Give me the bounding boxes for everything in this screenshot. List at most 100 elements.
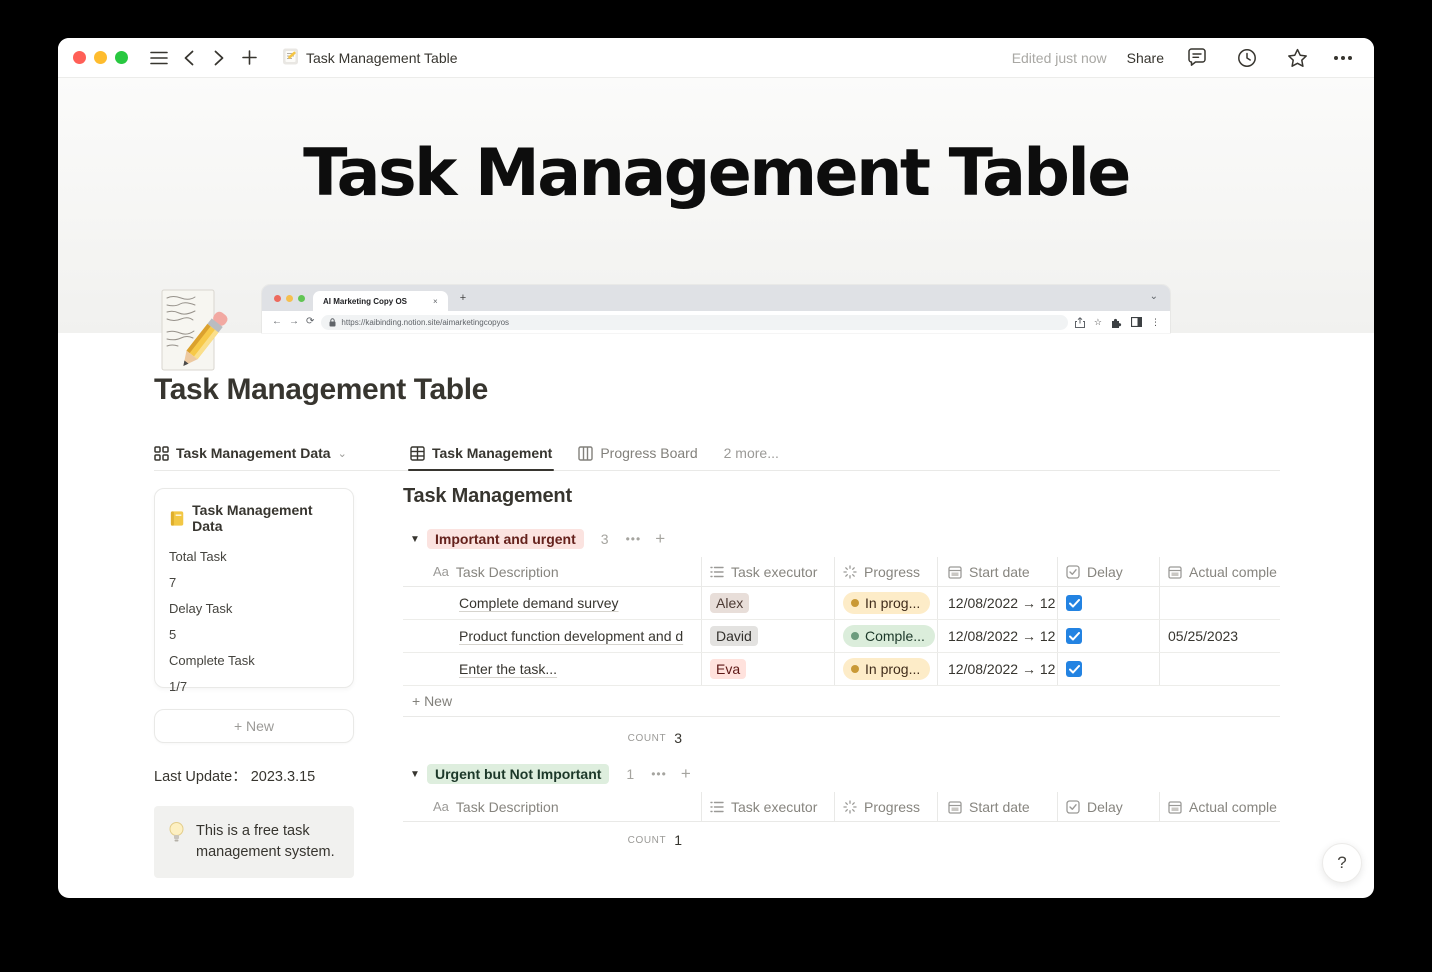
page-title: Task Management Table [154, 373, 488, 406]
cell-actual-complete[interactable]: 05/25/2023 [1160, 620, 1280, 652]
group-options-icon[interactable]: ••• [651, 767, 667, 781]
share-upload-icon [1074, 316, 1085, 328]
person-tag: David [710, 626, 758, 646]
new-row-button[interactable]: + New [403, 686, 1280, 717]
bookmark-star-icon: ☆ [1093, 316, 1102, 327]
column-header-description[interactable]: Aa Task Description [403, 557, 702, 586]
cell-description[interactable]: Product function development and d [403, 620, 702, 652]
cell-actual-complete[interactable] [1160, 653, 1280, 685]
column-header-delay[interactable]: Delay [1058, 792, 1160, 821]
list-icon [710, 566, 724, 577]
field-value: 1/7 [169, 679, 188, 694]
column-header-description[interactable]: Aa Task Description [403, 792, 702, 821]
column-header-executor[interactable]: Task executor [702, 792, 835, 821]
zoom-window-button[interactable] [115, 51, 128, 64]
column-header-actual-complete[interactable]: Actual comple [1160, 792, 1280, 821]
group-options-icon[interactable]: ••• [626, 532, 642, 546]
cell-description[interactable]: Enter the task... [403, 653, 702, 685]
history-clock-icon[interactable] [1234, 45, 1260, 71]
column-header-actual-complete[interactable]: Actual comple [1160, 557, 1280, 586]
group-name-badge[interactable]: Urgent but Not Important [427, 764, 610, 784]
view-controls: Task Management Data ⌄ Task Management P… [154, 437, 1280, 471]
cell-start-date[interactable]: 12/08/2022 → 12 [938, 587, 1058, 619]
column-header-delay[interactable]: Delay [1058, 557, 1160, 586]
column-header-executor[interactable]: Task executor [702, 557, 835, 586]
cell-executor[interactable]: Alex [702, 587, 835, 619]
group-name-badge[interactable]: Important and urgent [427, 529, 584, 549]
table-row: Enter the task... Eva In prog... 12/08/2… [403, 653, 1280, 686]
tab-progress-board[interactable]: Progress Board [578, 445, 698, 470]
group-add-icon[interactable]: + [681, 764, 691, 784]
status-pill: Comple... [843, 625, 935, 647]
cell-delay[interactable] [1058, 620, 1160, 652]
tab-task-management[interactable]: Task Management [407, 445, 555, 471]
new-tab-button[interactable] [236, 45, 262, 71]
cell-progress[interactable]: In prog... [835, 587, 938, 619]
group-toggle-icon[interactable]: ▼ [403, 769, 427, 780]
group-toggle-icon[interactable]: ▼ [403, 534, 427, 545]
lightbulb-icon [169, 822, 184, 842]
new-card-button[interactable]: + New [154, 709, 354, 743]
delay-checkbox-checked[interactable] [1066, 661, 1082, 677]
tab-label: Progress Board [600, 445, 698, 461]
cell-description[interactable]: Complete demand survey [403, 587, 702, 619]
text-property-icon: Aa [433, 799, 449, 814]
delay-checkbox-checked[interactable] [1066, 595, 1082, 611]
status-dot [851, 665, 859, 673]
table-header-row: Aa Task Description Task executor Progres… [403, 792, 1280, 822]
column-header-progress[interactable]: Progress [835, 792, 938, 821]
comments-icon[interactable] [1184, 45, 1210, 71]
browser-chevron-icon: ⌄ [1149, 291, 1158, 302]
table-row: Product function development and d David… [403, 620, 1280, 653]
group-add-icon[interactable]: + [655, 529, 665, 549]
person-tag: Eva [710, 659, 747, 679]
browser-back-icon: ← [272, 316, 282, 327]
more-views-button[interactable]: 2 more... [724, 445, 779, 470]
group-count-summary[interactable]: COUNT 1 [403, 822, 702, 858]
group-count-summary[interactable]: COUNT 3 [403, 717, 702, 759]
chevron-down-icon: ⌄ [337, 447, 347, 460]
group-header: ▼ Urgent but Not Important 1 ••• + [403, 761, 1280, 787]
cell-executor[interactable]: David [702, 620, 835, 652]
sidebar-menu-icon[interactable] [146, 45, 172, 71]
favorite-star-icon[interactable] [1284, 45, 1310, 71]
cell-start-date[interactable]: 12/08/2022 → 12 [938, 620, 1058, 652]
status-dot [851, 599, 859, 607]
cell-executor[interactable]: Eva [702, 653, 835, 685]
cell-delay[interactable] [1058, 653, 1160, 685]
column-header-progress[interactable]: Progress [835, 557, 938, 586]
column-header-start-date[interactable]: Start date [938, 557, 1058, 586]
browser-refresh-icon: ⟳ [306, 316, 315, 327]
calendar-icon [948, 800, 962, 814]
more-options-icon[interactable] [1334, 55, 1352, 60]
cell-delay[interactable] [1058, 587, 1160, 619]
group-count: 3 [600, 531, 609, 547]
close-window-button[interactable] [73, 51, 86, 64]
back-button[interactable] [176, 45, 202, 71]
app-window: Task Management Table Edited just now Sh… [58, 38, 1374, 898]
column-header-start-date[interactable]: Start date [938, 792, 1058, 821]
ledger-icon [170, 510, 184, 526]
delay-checkbox-checked[interactable] [1066, 628, 1082, 644]
cell-progress[interactable]: Comple... [835, 620, 938, 652]
calendar-icon [948, 565, 962, 579]
forward-button[interactable] [206, 45, 232, 71]
share-button[interactable]: Share [1127, 50, 1164, 66]
help-button[interactable]: ? [1322, 843, 1362, 883]
browser-screenshot: AI Marketing Copy OS × + ⌄ ← → ⟳ https://… [262, 285, 1170, 333]
cell-progress[interactable]: In prog... [835, 653, 938, 685]
data-source-select[interactable]: Task Management Data ⌄ [154, 445, 410, 470]
card-title: Task Management Data [192, 502, 313, 534]
cell-actual-complete[interactable] [1160, 587, 1280, 619]
callout: This is a free task management system. [154, 806, 354, 878]
checkbox-property-icon [1066, 799, 1080, 814]
board-view-icon [578, 445, 594, 461]
last-update-text: Last Update： 2023.3.15 [154, 769, 316, 785]
cell-start-date[interactable]: 12/08/2022 → 12 [938, 653, 1058, 685]
minimize-window-button[interactable] [94, 51, 107, 64]
breadcrumb[interactable]: Task Management Table [282, 48, 458, 68]
lock-icon [329, 317, 336, 326]
edited-status: Edited just now [1011, 49, 1107, 66]
data-source-label: Task Management Data [176, 445, 331, 461]
data-summary-card[interactable]: Task Management Data Total Task 7 Delay … [154, 488, 354, 694]
